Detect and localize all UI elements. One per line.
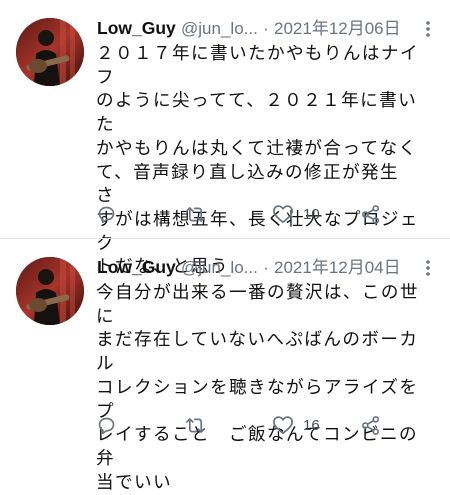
tweet-text-line: 当でいい [96, 472, 172, 493]
separator-dot: · [263, 19, 269, 38]
retweet-icon [185, 417, 206, 433]
separator-dot: · [263, 258, 269, 277]
reply-icon [98, 417, 115, 434]
tweet-text-line: のように尖ってて、２０２１年に書いた [96, 91, 418, 136]
heart-icon [273, 205, 293, 224]
reply-icon [98, 206, 115, 223]
like-count: 16 [303, 416, 320, 434]
avatar-image [16, 257, 84, 325]
tweet-text-line: ２０１７年に書いたかやもりんはナイフ [96, 44, 419, 88]
like-button[interactable]: 16 [272, 412, 320, 438]
tweet-actions: 10 [96, 201, 396, 227]
more-vertical-icon [426, 260, 430, 276]
more-button[interactable] [420, 255, 436, 281]
like-count: 10 [303, 205, 320, 223]
retweet-button[interactable] [184, 412, 207, 438]
avatar[interactable] [16, 257, 84, 325]
tweet[interactable]: Low_Guy @jun_lo... · 2021年12月04日 今自分が出来る… [0, 239, 450, 493]
author-handle[interactable]: @jun_lo... [181, 258, 258, 277]
tweet-actions: 16 [96, 412, 396, 438]
heart-icon [273, 416, 293, 435]
reply-button[interactable] [96, 201, 117, 227]
tweet-header: Low_Guy @jun_lo... · 2021年12月04日 [97, 256, 414, 279]
tweet-text-line: 今自分が出来る一番の贅沢は、この世に [96, 283, 419, 327]
avatar[interactable] [16, 18, 84, 86]
retweet-button[interactable] [184, 201, 207, 227]
tweet-date[interactable]: 2021年12月06日 [274, 19, 401, 38]
like-button[interactable]: 10 [272, 201, 320, 227]
author-handle[interactable]: @jun_lo... [181, 19, 258, 38]
share-button[interactable] [360, 201, 381, 227]
tweet-text-line: まだ存在していないへぷばんのボーカル [96, 330, 419, 375]
author-name[interactable]: Low_Guy [97, 257, 176, 277]
tweet-text-line: かやもりんは丸くて辻褄が合ってなく [96, 138, 418, 159]
more-button[interactable] [420, 16, 436, 42]
share-button[interactable] [360, 412, 381, 438]
share-icon [361, 415, 380, 435]
tweet[interactable]: Low_Guy @jun_lo... · 2021年12月06日 ２０１７年に書… [0, 0, 450, 277]
tweet-text: 今自分が出来る一番の贅沢は、この世に まだ存在していないへぷばんのボーカル コレクシ… [96, 282, 430, 495]
reply-button[interactable] [96, 412, 117, 438]
tweet-header: Low_Guy @jun_lo... · 2021年12月06日 [97, 17, 414, 40]
more-vertical-icon [426, 21, 430, 37]
share-icon [361, 204, 380, 224]
author-name[interactable]: Low_Guy [97, 18, 176, 38]
tweet-date[interactable]: 2021年12月04日 [274, 258, 401, 277]
retweet-icon [185, 206, 206, 222]
avatar-image [16, 18, 84, 86]
